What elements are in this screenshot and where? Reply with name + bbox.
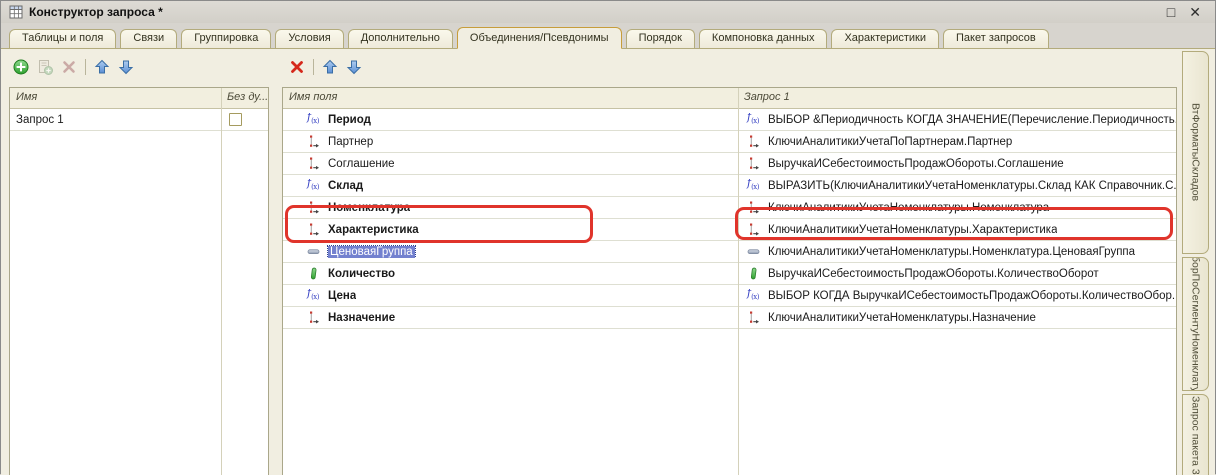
field-name: Цена: [328, 290, 356, 302]
window-title: Конструктор запроса *: [29, 5, 163, 19]
table-row[interactable]: Номенклатура КлючиАналитикиУчетаНоменкла…: [283, 197, 1176, 219]
column-header-field-name[interactable]: Имя поля: [283, 88, 738, 108]
fields-table-header: Имя поля Запрос 1: [283, 88, 1176, 109]
close-button[interactable]: ✕: [1189, 5, 1201, 19]
move-field-up-button[interactable]: [322, 59, 338, 75]
queries-table-header: Имя Без ду...: [10, 88, 268, 109]
field-expression: КлючиАналитикиУчетаПоПартнерам.Партнер: [768, 136, 1012, 148]
dimension-icon: [747, 135, 764, 148]
table-row[interactable]: Соглашение ВыручкаИСебестоимостьПродажОб…: [283, 153, 1176, 175]
dimension-icon: [307, 135, 324, 148]
column-header-name[interactable]: Имя: [10, 88, 221, 108]
queries-toolbar: [13, 57, 134, 77]
column-divider: [738, 88, 739, 475]
side-tab-zapros-paketa-3[interactable]: Запрос пакета 3: [1182, 394, 1209, 475]
move-query-up-button[interactable]: [94, 59, 110, 75]
delete-field-button[interactable]: [289, 59, 305, 75]
field-name: Назначение: [328, 312, 395, 324]
resource-icon: [307, 267, 324, 280]
toolbar-separator: [85, 59, 86, 75]
table-row[interactable]: f(x) Склад f(x) ВЫРАЗИТЬ(КлючиАналитикиУ…: [283, 175, 1176, 197]
table-row[interactable]: Партнер КлючиАналитикиУчетаПоПартнерам.П…: [283, 131, 1176, 153]
field-name: Номенклатура: [328, 202, 410, 214]
side-tab-vtformatysklado[interactable]: ВтФорматыСкладов: [1182, 51, 1209, 254]
field-name: Склад: [328, 180, 363, 192]
fx-icon: f(x): [307, 113, 324, 126]
field-expression: КлючиАналитикиУчетаНоменклатуры.Номенкла…: [768, 246, 1135, 258]
fx-icon: f(x): [307, 289, 324, 302]
tab-query-batch[interactable]: Пакет запросов: [943, 29, 1049, 48]
fx-icon: f(x): [747, 289, 764, 302]
no-duplicates-checkbox[interactable]: [229, 113, 242, 126]
tab-links[interactable]: Связи: [120, 29, 177, 48]
fx-icon: f(x): [747, 179, 764, 192]
tab-unions-aliases[interactable]: Объединения/Псевдонимы: [457, 27, 622, 49]
field-name: Соглашение: [328, 158, 395, 170]
field-expression: КлючиАналитикиУчетаНоменклатуры.Номенкла…: [768, 202, 1049, 214]
move-query-down-button[interactable]: [118, 59, 134, 75]
fx-icon: f(x): [747, 113, 764, 126]
side-tab-strip: ВтФорматыСкладов ОтборПоСегментуНоменкла…: [1182, 51, 1209, 475]
add-query-button[interactable]: [13, 59, 29, 75]
field-expression: ВЫРАЗИТЬ(КлючиАналитикиУчетаНоменклатуры…: [768, 180, 1176, 192]
tab-tables-fields[interactable]: Таблицы и поля: [9, 29, 116, 48]
table-row[interactable]: Количество ВыручкаИСебестоимостьПродажОб…: [283, 263, 1176, 285]
field-expression: ВыручкаИСебестоимостьПродажОбороты.Колич…: [768, 268, 1099, 280]
query-name[interactable]: Запрос 1: [10, 114, 221, 126]
tab-conditions[interactable]: Условия: [275, 29, 343, 48]
dimension-icon: [747, 201, 764, 214]
queries-table: Имя Без ду... Запрос 1: [9, 87, 269, 475]
field-expression: ВыручкаИСебестоимостьПродажОбороты.Согла…: [768, 158, 1064, 170]
tab-data-composition[interactable]: Компоновка данных: [699, 29, 828, 48]
tab-characteristics[interactable]: Характеристики: [831, 29, 939, 48]
copy-query-button[interactable]: [37, 59, 53, 75]
column-header-query1[interactable]: Запрос 1: [738, 88, 1176, 108]
table-row[interactable]: f(x) Цена f(x) ВЫБОР КОГДА ВыручкаИСебес…: [283, 285, 1176, 307]
side-tab-otborposegmentu[interactable]: ОтборПоСегментуНоменклатуры: [1182, 257, 1209, 391]
fields-table: Имя поля Запрос 1 f(x) Период f(x) ВЫБОР…: [282, 87, 1177, 475]
dimension-icon: [307, 311, 324, 324]
dimension-icon: [747, 311, 764, 324]
field-name: Период: [328, 114, 371, 126]
unions-aliases-page: Имя Без ду... Запрос 1 Имя поля Запрос 1…: [1, 49, 1215, 475]
field-expression: ВЫБОР КОГДА ВыручкаИСебестоимостьПродажО…: [768, 290, 1176, 302]
table-row[interactable]: f(x) Период f(x) ВЫБОР &Периодичность КО…: [283, 109, 1176, 131]
tab-grouping[interactable]: Группировка: [181, 29, 271, 48]
query-designer-window: { "window": { "title": "Конструктор запр…: [0, 0, 1216, 474]
maximize-button[interactable]: □: [1167, 5, 1175, 19]
table-row[interactable]: Характеристика КлючиАналитикиУчетаНоменк…: [283, 219, 1176, 241]
plain-field-icon: [747, 245, 764, 258]
dimension-icon: [747, 223, 764, 236]
field-name: Партнер: [328, 136, 373, 148]
field-expression: КлючиАналитикиУчетаНоменклатуры.Назначен…: [768, 312, 1036, 324]
dimension-icon: [307, 223, 324, 236]
field-name: ЦеноваяГруппа: [328, 246, 415, 258]
title-bar: Конструктор запроса * □ ✕: [1, 1, 1215, 23]
move-field-down-button[interactable]: [346, 59, 362, 75]
dimension-icon: [307, 201, 324, 214]
toolbar-separator: [313, 59, 314, 75]
field-expression: ВЫБОР &Периодичность КОГДА ЗНАЧЕНИЕ(Пере…: [768, 114, 1176, 126]
field-expression: КлючиАналитикиУчетаНоменклатуры.Характер…: [768, 224, 1057, 236]
column-divider: [221, 88, 222, 475]
resource-icon: [747, 267, 764, 280]
tab-additional[interactable]: Дополнительно: [348, 29, 453, 48]
query-designer-icon: [9, 5, 23, 19]
table-row[interactable]: Назначение КлючиАналитикиУчетаНоменклату…: [283, 307, 1176, 329]
field-name: Количество: [328, 268, 395, 280]
dimension-icon: [747, 157, 764, 170]
fx-icon: f(x): [307, 179, 324, 192]
table-row-selected[interactable]: ЦеноваяГруппа КлючиАналитикиУчетаНоменкл…: [283, 241, 1176, 263]
tab-order[interactable]: Порядок: [626, 29, 695, 48]
tab-bar: Таблицы и поля Связи Группировка Условия…: [1, 23, 1215, 49]
plain-field-icon: [307, 245, 324, 258]
table-row[interactable]: Запрос 1: [10, 109, 268, 131]
column-header-no-duplicates[interactable]: Без ду...: [221, 88, 268, 108]
dimension-icon: [307, 157, 324, 170]
fields-toolbar: [289, 57, 362, 77]
delete-query-button[interactable]: [61, 59, 77, 75]
field-name: Характеристика: [328, 224, 419, 236]
